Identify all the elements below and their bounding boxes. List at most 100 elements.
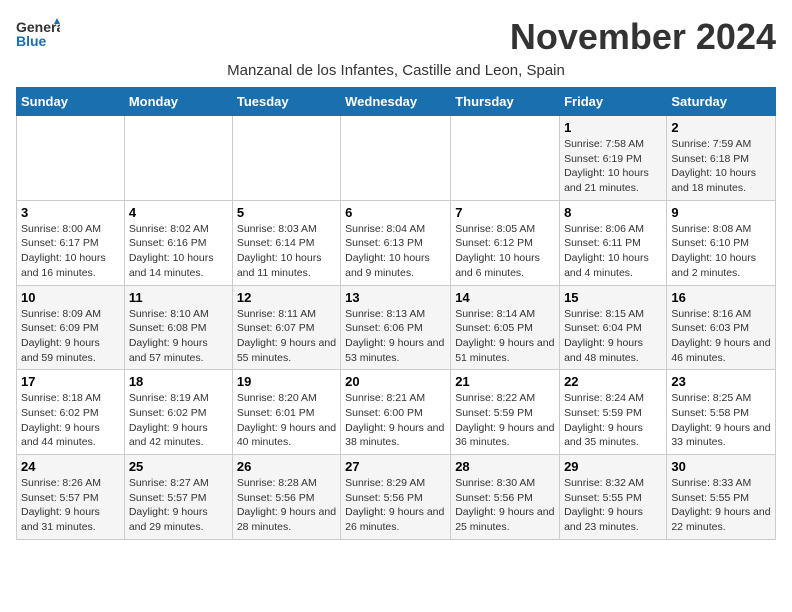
month-title: November 2024 xyxy=(510,16,776,58)
calendar-cell: 11 Sunrise: 8:10 AM Sunset: 6:08 PM Dayli… xyxy=(124,285,232,370)
calendar-cell xyxy=(451,116,560,201)
calendar-cell: 16 Sunrise: 8:16 AM Sunset: 6:03 PM Dayli… xyxy=(667,285,776,370)
day-number: 1 xyxy=(564,120,662,135)
day-number: 3 xyxy=(21,205,120,220)
day-number: 28 xyxy=(455,459,555,474)
calendar-cell: 2Sunrise: 7:59 AM Sunset: 6:18 PM Daylig… xyxy=(667,116,776,201)
day-info: Sunrise: 8:11 AM Sunset: 6:07 PM Dayligh… xyxy=(237,307,336,366)
day-header-friday: Friday xyxy=(560,88,667,116)
day-number: 9 xyxy=(671,205,771,220)
calendar-cell: 26 Sunrise: 8:28 AM Sunset: 5:56 PM Dayli… xyxy=(232,455,340,540)
day-info: Sunrise: 8:10 AM Sunset: 6:08 PM Dayligh… xyxy=(129,307,228,366)
svg-text:Blue: Blue xyxy=(16,33,47,49)
day-number: 24 xyxy=(21,459,120,474)
day-info: Sunrise: 8:19 AM Sunset: 6:02 PM Dayligh… xyxy=(129,391,228,450)
day-number: 4 xyxy=(129,205,228,220)
calendar-cell: 6 Sunrise: 8:04 AM Sunset: 6:13 PM Daylig… xyxy=(341,200,451,285)
day-number: 16 xyxy=(671,290,771,305)
day-number: 13 xyxy=(345,290,446,305)
day-info: Sunrise: 8:18 AM Sunset: 6:02 PM Dayligh… xyxy=(21,391,120,450)
calendar-cell: 10 Sunrise: 8:09 AM Sunset: 6:09 PM Dayli… xyxy=(17,285,125,370)
day-number: 30 xyxy=(671,459,771,474)
day-info: Sunrise: 8:25 AM Sunset: 5:58 PM Dayligh… xyxy=(671,391,771,450)
day-number: 25 xyxy=(129,459,228,474)
day-info: Sunrise: 8:13 AM Sunset: 6:06 PM Dayligh… xyxy=(345,307,446,366)
day-number: 27 xyxy=(345,459,446,474)
subtitle: Manzanal de los Infantes, Castille and L… xyxy=(16,62,776,79)
day-number: 8 xyxy=(564,205,662,220)
calendar-cell: 8Sunrise: 8:06 AM Sunset: 6:11 PM Daylig… xyxy=(560,200,667,285)
day-info: Sunrise: 8:20 AM Sunset: 6:01 PM Dayligh… xyxy=(237,391,336,450)
day-number: 17 xyxy=(21,374,120,389)
day-info: Sunrise: 8:24 AM Sunset: 5:59 PM Dayligh… xyxy=(564,391,662,450)
logo-icon: General Blue xyxy=(16,16,60,52)
calendar-cell: 14 Sunrise: 8:14 AM Sunset: 6:05 PM Dayli… xyxy=(451,285,560,370)
day-info: Sunrise: 8:33 AM Sunset: 5:55 PM Dayligh… xyxy=(671,476,771,535)
day-number: 11 xyxy=(129,290,228,305)
day-info: Sunrise: 8:09 AM Sunset: 6:09 PM Dayligh… xyxy=(21,307,120,366)
day-header-saturday: Saturday xyxy=(667,88,776,116)
calendar-cell: 20 Sunrise: 8:21 AM Sunset: 6:00 PM Dayli… xyxy=(341,370,451,455)
day-info: Sunrise: 8:03 AM Sunset: 6:14 PM Dayligh… xyxy=(237,222,336,281)
day-header-sunday: Sunday xyxy=(17,88,125,116)
calendar-cell: 1 Sunrise: 7:58 AM Sunset: 6:19 PM Daylig… xyxy=(560,116,667,201)
day-info: Sunrise: 8:29 AM Sunset: 5:56 PM Dayligh… xyxy=(345,476,446,535)
day-info: Sunrise: 8:16 AM Sunset: 6:03 PM Dayligh… xyxy=(671,307,771,366)
calendar-cell: 22 Sunrise: 8:24 AM Sunset: 5:59 PM Dayli… xyxy=(560,370,667,455)
day-number: 14 xyxy=(455,290,555,305)
day-number: 15 xyxy=(564,290,662,305)
day-info: Sunrise: 8:28 AM Sunset: 5:56 PM Dayligh… xyxy=(237,476,336,535)
calendar-cell: 21 Sunrise: 8:22 AM Sunset: 5:59 PM Dayli… xyxy=(451,370,560,455)
calendar-cell: 9 Sunrise: 8:08 AM Sunset: 6:10 PM Daylig… xyxy=(667,200,776,285)
day-header-tuesday: Tuesday xyxy=(232,88,340,116)
day-number: 29 xyxy=(564,459,662,474)
day-info: Sunrise: 8:08 AM Sunset: 6:10 PM Dayligh… xyxy=(671,222,771,281)
day-info: Sunrise: 7:59 AM Sunset: 6:18 PM Dayligh… xyxy=(671,137,771,196)
calendar-cell: 7 Sunrise: 8:05 AM Sunset: 6:12 PM Daylig… xyxy=(451,200,560,285)
calendar-cell: 17 Sunrise: 8:18 AM Sunset: 6:02 PM Dayli… xyxy=(17,370,125,455)
calendar-cell: 24 Sunrise: 8:26 AM Sunset: 5:57 PM Dayli… xyxy=(17,455,125,540)
day-number: 21 xyxy=(455,374,555,389)
day-number: 18 xyxy=(129,374,228,389)
day-number: 6 xyxy=(345,205,446,220)
calendar-cell: 23 Sunrise: 8:25 AM Sunset: 5:58 PM Dayli… xyxy=(667,370,776,455)
day-header-monday: Monday xyxy=(124,88,232,116)
day-info: Sunrise: 8:05 AM Sunset: 6:12 PM Dayligh… xyxy=(455,222,555,281)
day-number: 7 xyxy=(455,205,555,220)
calendar-cell: 27 Sunrise: 8:29 AM Sunset: 5:56 PM Dayli… xyxy=(341,455,451,540)
calendar-cell: 3 Sunrise: 8:00 AM Sunset: 6:17 PM Daylig… xyxy=(17,200,125,285)
day-number: 12 xyxy=(237,290,336,305)
day-number: 26 xyxy=(237,459,336,474)
calendar-cell xyxy=(232,116,340,201)
calendar-cell xyxy=(124,116,232,201)
day-info: Sunrise: 8:14 AM Sunset: 6:05 PM Dayligh… xyxy=(455,307,555,366)
day-info: Sunrise: 8:27 AM Sunset: 5:57 PM Dayligh… xyxy=(129,476,228,535)
calendar-table: SundayMondayTuesdayWednesdayThursdayFrid… xyxy=(16,87,776,540)
calendar-cell: 28 Sunrise: 8:30 AM Sunset: 5:56 PM Dayli… xyxy=(451,455,560,540)
day-number: 10 xyxy=(21,290,120,305)
day-number: 23 xyxy=(671,374,771,389)
logo: General Blue xyxy=(16,16,60,52)
day-info: Sunrise: 8:02 AM Sunset: 6:16 PM Dayligh… xyxy=(129,222,228,281)
day-number: 22 xyxy=(564,374,662,389)
day-info: Sunrise: 8:15 AM Sunset: 6:04 PM Dayligh… xyxy=(564,307,662,366)
calendar-cell: 4 Sunrise: 8:02 AM Sunset: 6:16 PM Daylig… xyxy=(124,200,232,285)
calendar-cell: 13 Sunrise: 8:13 AM Sunset: 6:06 PM Dayli… xyxy=(341,285,451,370)
calendar-cell: 5 Sunrise: 8:03 AM Sunset: 6:14 PM Daylig… xyxy=(232,200,340,285)
day-info: Sunrise: 8:04 AM Sunset: 6:13 PM Dayligh… xyxy=(345,222,446,281)
day-info: Sunrise: 8:32 AM Sunset: 5:55 PM Dayligh… xyxy=(564,476,662,535)
day-info: Sunrise: 8:00 AM Sunset: 6:17 PM Dayligh… xyxy=(21,222,120,281)
calendar-cell xyxy=(341,116,451,201)
day-info: Sunrise: 7:58 AM Sunset: 6:19 PM Dayligh… xyxy=(564,137,662,196)
day-info: Sunrise: 8:21 AM Sunset: 6:00 PM Dayligh… xyxy=(345,391,446,450)
calendar-cell: 19Sunrise: 8:20 AM Sunset: 6:01 PM Dayli… xyxy=(232,370,340,455)
day-info: Sunrise: 8:26 AM Sunset: 5:57 PM Dayligh… xyxy=(21,476,120,535)
calendar-cell: 15 Sunrise: 8:15 AM Sunset: 6:04 PM Dayli… xyxy=(560,285,667,370)
day-info: Sunrise: 8:22 AM Sunset: 5:59 PM Dayligh… xyxy=(455,391,555,450)
calendar-cell xyxy=(17,116,125,201)
calendar-cell: 18 Sunrise: 8:19 AM Sunset: 6:02 PM Dayli… xyxy=(124,370,232,455)
day-number: 5 xyxy=(237,205,336,220)
day-number: 20 xyxy=(345,374,446,389)
day-info: Sunrise: 8:30 AM Sunset: 5:56 PM Dayligh… xyxy=(455,476,555,535)
day-header-thursday: Thursday xyxy=(451,88,560,116)
